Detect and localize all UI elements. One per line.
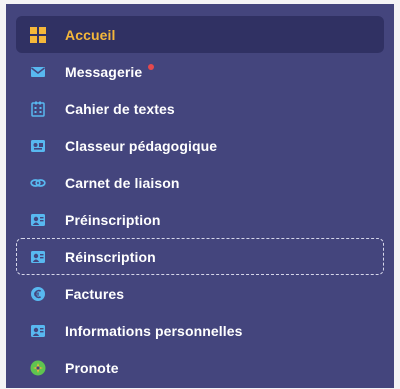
notification-dot [148,64,155,70]
sidebar-item-cahier-de-textes[interactable]: Cahier de textes [16,90,384,127]
sidebar-item-label: Préinscription [65,211,161,228]
sidebar-item-pronote[interactable]: Pronote [16,349,384,386]
sidebar-item-label: Messagerie [65,63,143,80]
link-icon [30,175,46,191]
id-card-icon [30,212,46,228]
euro-icon [30,286,46,302]
id-card-icon [30,323,46,339]
sidebar-item-factures[interactable]: Factures [16,275,384,312]
sidebar-item-label: Accueil [65,26,116,43]
sidebar-item-label: Réinscription [65,248,156,265]
pronote-logo-icon [30,360,46,376]
sidebar-item-classeur-pedagogique[interactable]: Classeur pédagogique [16,127,384,164]
binder-icon [30,138,46,154]
sidebar-item-informations-personnelles[interactable]: Informations personnelles [16,312,384,349]
planner-icon [30,101,46,117]
sidebar-item-label: Carnet de liaison [65,174,180,191]
sidebar-item-label: Factures [65,285,125,302]
sidebar-item-reinscription[interactable]: Réinscription [16,238,384,275]
sidebar-item-messagerie[interactable]: Messagerie [16,53,384,90]
sidebar-item-label: Pronote [65,359,119,376]
sidebar-nav: Accueil Messagerie Cahier de textes Clas… [6,4,394,388]
dashboard-grid-icon [30,26,46,43]
sidebar-item-carnet-de-liaison[interactable]: Carnet de liaison [16,164,384,201]
sidebar-item-accueil[interactable]: Accueil [16,16,384,53]
sidebar-item-label: Informations personnelles [65,322,243,339]
sidebar-item-label: Classeur pédagogique [65,137,218,154]
sidebar-item-label: Cahier de textes [65,100,175,117]
id-card-icon [30,249,46,265]
envelope-icon [30,64,46,80]
sidebar-item-preinscription[interactable]: Préinscription [16,201,384,238]
